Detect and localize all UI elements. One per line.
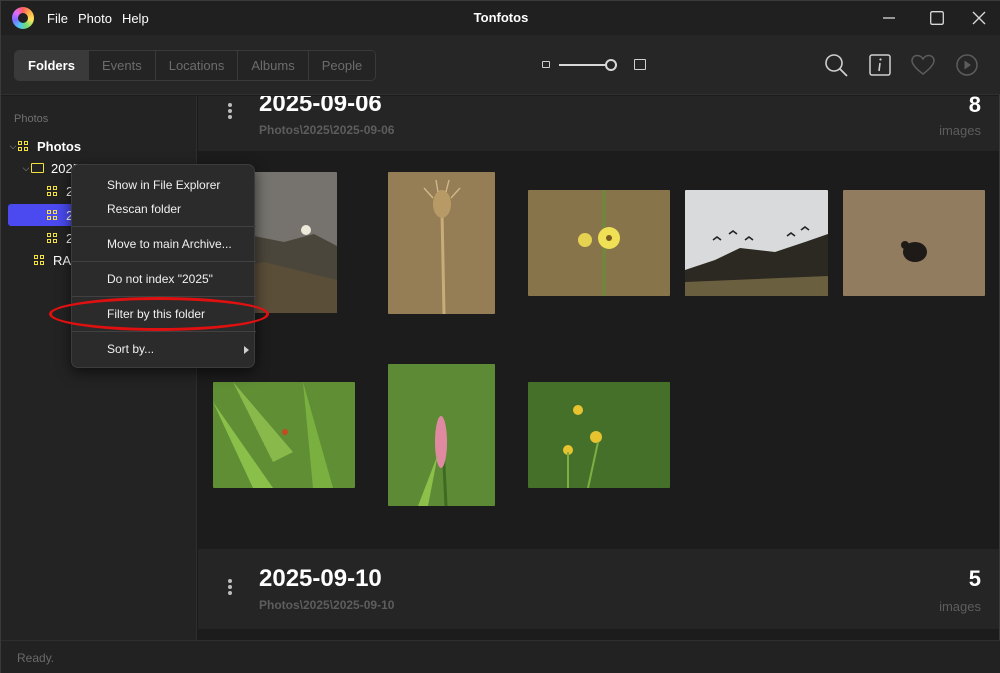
menu-item-rescan-folder[interactable]: Rescan folder <box>72 197 256 221</box>
sidebar-section-label: Photos <box>14 113 49 125</box>
menu-item-do-not-index[interactable]: Do not index "2025" <box>72 267 256 291</box>
menu-item-show-in-explorer[interactable]: Show in File Explorer <box>72 173 256 197</box>
status-text: Ready. <box>17 651 55 665</box>
photo-thumbnail[interactable] <box>213 382 355 488</box>
minimize-button[interactable] <box>868 1 910 35</box>
menu-separator <box>72 261 256 262</box>
group-header: 2025-09-10 Photos\2025\2025-09-10 5 imag… <box>198 549 999 629</box>
app-logo-icon <box>12 7 34 29</box>
photo-thumbnail[interactable] <box>843 190 985 296</box>
grid-icon <box>18 140 29 152</box>
tab-folders[interactable]: Folders <box>15 51 89 80</box>
heart-icon[interactable] <box>910 52 936 78</box>
maximize-button[interactable] <box>916 1 958 35</box>
play-icon[interactable] <box>954 52 980 78</box>
group-date: 2025-09-06 <box>259 96 382 117</box>
menu-separator <box>72 331 256 332</box>
folder-context-menu: Show in File Explorer Rescan folder Move… <box>71 164 256 368</box>
status-bar: Ready. <box>1 640 1000 673</box>
group-count: 5 <box>968 566 981 591</box>
toolbar: Folders Events Locations Albums People <box>1 35 1000 95</box>
menu-separator <box>72 226 256 227</box>
tab-locations[interactable]: Locations <box>155 51 239 80</box>
folder-icon <box>31 163 44 173</box>
group-path: Photos\2025\2025-09-06 <box>259 123 395 137</box>
grid-icon <box>47 232 58 244</box>
thumbnail-size-slider[interactable] <box>542 57 648 73</box>
slider-thumb[interactable] <box>605 59 618 71</box>
window-title: Tonfotos <box>473 10 529 25</box>
menu-file[interactable]: File <box>47 11 68 26</box>
view-tabs: Folders Events Locations Albums People <box>14 50 377 81</box>
menu-separator <box>72 296 256 297</box>
chevron-down-icon[interactable]: ⌵ <box>21 163 31 174</box>
photo-thumbnail[interactable] <box>388 172 495 314</box>
app-window: File Photo Help Tonfotos Folders Events … <box>0 0 1000 673</box>
menu-item-move-to-archive[interactable]: Move to main Archive... <box>72 232 256 256</box>
group-count-unit: images <box>939 123 981 138</box>
grid-icon <box>34 254 45 266</box>
tree-item-label: Photos <box>37 138 82 154</box>
group-count: 8 <box>968 96 981 117</box>
search-icon[interactable] <box>823 52 849 78</box>
grid-icon <box>47 185 58 197</box>
group-path: Photos\2025\2025-09-10 <box>259 598 395 612</box>
photo-thumbnail[interactable] <box>388 364 495 506</box>
menu-item-sort-by[interactable]: Sort by... <box>72 337 256 361</box>
title-bar: File Photo Help Tonfotos <box>1 1 1000 35</box>
menu-help[interactable]: Help <box>122 11 149 26</box>
menu-item-label: Sort by... <box>107 342 155 356</box>
photo-thumbnail[interactable] <box>685 190 828 296</box>
photo-thumbnail[interactable] <box>528 190 670 296</box>
group-header: 2025-09-06 Photos\2025\2025-09-06 8 imag… <box>198 96 999 151</box>
minimize-icon <box>883 17 895 19</box>
tree-item-label: RA <box>53 252 72 268</box>
tab-events[interactable]: Events <box>88 51 156 80</box>
chevron-right-icon <box>244 346 249 354</box>
photo-grid: 2025-09-06 Photos\2025\2025-09-06 8 imag… <box>198 96 999 640</box>
tree-item-photos[interactable]: ⌵ Photos <box>8 135 188 157</box>
tab-people[interactable]: People <box>308 51 376 80</box>
close-button[interactable] <box>958 1 1000 35</box>
maximize-icon <box>930 11 944 25</box>
large-image-icon <box>634 59 646 70</box>
tab-albums[interactable]: Albums <box>238 51 309 80</box>
close-icon <box>972 11 986 25</box>
grid-icon <box>47 209 58 221</box>
menu-photo[interactable]: Photo <box>78 11 112 26</box>
more-options-icon[interactable] <box>228 103 232 119</box>
menu-bar: File Photo Help <box>47 1 149 35</box>
more-options-icon[interactable] <box>228 579 232 595</box>
group-date: 2025-09-10 <box>259 565 382 592</box>
small-image-icon <box>542 61 550 68</box>
group-count-unit: images <box>939 599 981 614</box>
menu-item-filter-by-folder[interactable]: Filter by this folder <box>72 302 256 326</box>
chevron-down-icon[interactable]: ⌵ <box>8 141 18 152</box>
photo-thumbnail[interactable] <box>528 382 670 488</box>
info-icon[interactable] <box>867 52 893 78</box>
